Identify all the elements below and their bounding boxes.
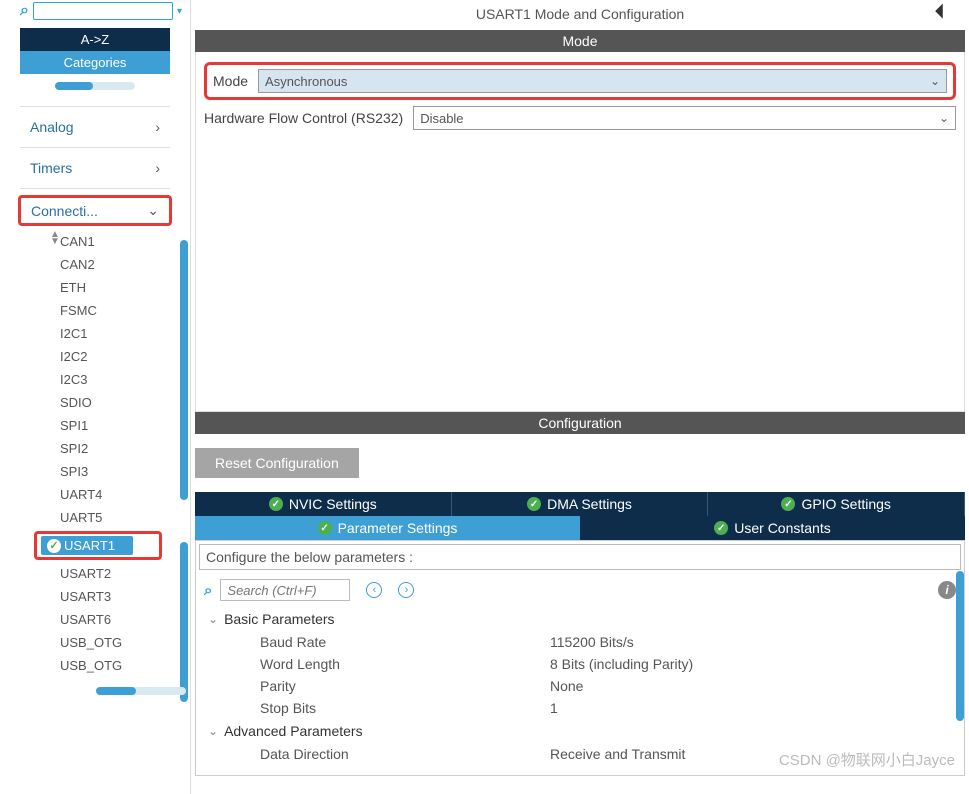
- parameter-toolbar: ⌕ ‹ › i: [196, 573, 964, 607]
- parameter-area: Configure the below parameters : ⌕ ‹ › i…: [195, 540, 965, 776]
- mode-value: Asynchronous: [265, 74, 347, 89]
- chevron-down-icon: ⌄: [930, 74, 940, 88]
- chevron-down-icon[interactable]: ▾: [177, 6, 182, 17]
- list-item[interactable]: SDIO: [56, 393, 190, 412]
- watermark: CSDN @物联网小白Jayce: [779, 749, 955, 770]
- param-row-parity[interactable]: ParityNone: [208, 675, 952, 697]
- tab-user-constants[interactable]: ✓User Constants: [580, 516, 965, 540]
- list-item-label: USART1: [64, 538, 115, 553]
- sidebar-group-label: Connecti...: [31, 203, 98, 219]
- parameter-hint: Configure the below parameters :: [199, 544, 961, 570]
- list-item[interactable]: UART4: [56, 485, 190, 504]
- search-icon[interactable]: ⌕: [20, 2, 29, 20]
- chevron-right-icon: ›: [155, 119, 160, 135]
- prev-match-button[interactable]: ‹: [366, 582, 382, 598]
- sidebar-group-label: Analog: [30, 119, 74, 135]
- mode-row: Mode Asynchronous ⌄: [204, 62, 956, 100]
- param-row-baud-rate[interactable]: Baud Rate115200 Bits/s: [208, 631, 952, 653]
- list-item[interactable]: SPI2: [56, 439, 190, 458]
- tab-nvic-settings[interactable]: ✓NVIC Settings: [195, 492, 452, 516]
- tab-parameter-settings[interactable]: ✓Parameter Settings: [195, 516, 580, 540]
- chevron-down-icon: ⌄: [147, 202, 159, 219]
- sidebar-group-analog[interactable]: Analog ›: [0, 113, 190, 141]
- group-basic-parameters[interactable]: ⌄Basic Parameters: [208, 607, 952, 631]
- sidebar-mini-scroll[interactable]: [55, 82, 135, 90]
- page-title: USART1 Mode and Configuration ◣: [191, 0, 969, 30]
- list-item[interactable]: I2C2: [56, 347, 190, 366]
- config-tabs-row1: ✓NVIC Settings ✓DMA Settings ✓GPIO Setti…: [195, 492, 965, 516]
- sort-icon[interactable]: ▲▼: [50, 231, 60, 245]
- list-item[interactable]: FSMC: [56, 301, 190, 320]
- main-panel: USART1 Mode and Configuration ◣ Mode Mod…: [190, 0, 969, 794]
- next-match-button[interactable]: ›: [398, 582, 414, 598]
- check-icon: ✓: [527, 497, 541, 511]
- flowcontrol-value: Disable: [420, 111, 463, 126]
- group-advanced-parameters[interactable]: ⌄Advanced Parameters: [208, 719, 952, 743]
- flowcontrol-row: Hardware Flow Control (RS232) Disable ⌄: [204, 106, 956, 130]
- list-item[interactable]: CAN1: [56, 232, 190, 251]
- peripheral-list: ▲▼ CAN1 CAN2 ETH FSMC I2C1 I2C2 I2C3 SDI…: [0, 232, 190, 695]
- flowcontrol-label: Hardware Flow Control (RS232): [204, 110, 409, 126]
- check-icon: ✓: [714, 521, 728, 535]
- chevron-right-icon: ›: [155, 160, 160, 176]
- tab-a-z[interactable]: A->Z: [20, 28, 170, 51]
- configuration-panel: Reset Configuration ✓NVIC Settings ✓DMA …: [195, 434, 965, 776]
- check-icon: ✓: [269, 497, 283, 511]
- list-item[interactable]: SPI3: [56, 462, 190, 481]
- list-item[interactable]: USART3: [56, 587, 190, 606]
- list-item-usart1[interactable]: ✓ USART1: [41, 536, 133, 555]
- mode-label: Mode: [213, 73, 254, 89]
- reset-configuration-button[interactable]: Reset Configuration: [195, 448, 359, 478]
- list-item[interactable]: I2C3: [56, 370, 190, 389]
- list-item[interactable]: USART2: [56, 564, 190, 583]
- chevron-down-icon: ⌄: [208, 724, 218, 738]
- list-item[interactable]: USB_OTG: [56, 656, 190, 675]
- parameter-search-input[interactable]: [220, 579, 350, 601]
- param-row-word-length[interactable]: Word Length8 Bits (including Parity): [208, 653, 952, 675]
- chevron-down-icon: ⌄: [208, 612, 218, 626]
- tab-dma-settings[interactable]: ✓DMA Settings: [452, 492, 709, 516]
- sidebar-search-input[interactable]: [33, 2, 173, 20]
- sidebar-group-label: Timers: [30, 160, 72, 176]
- sidebar-group-connectivity[interactable]: Connecti... ⌄: [18, 195, 172, 226]
- flowcontrol-select[interactable]: Disable ⌄: [413, 106, 956, 130]
- mode-select[interactable]: Asynchronous ⌄: [258, 69, 947, 93]
- sidebar-groups: Analog › Timers › Connecti... ⌄ ▲▼ CAN1 …: [0, 100, 190, 794]
- configuration-header: Configuration: [195, 412, 965, 434]
- list-item[interactable]: USB_OTG: [56, 633, 190, 652]
- list-item[interactable]: ETH: [56, 278, 190, 297]
- sidebar-group-timers[interactable]: Timers ›: [0, 154, 190, 182]
- chevron-down-icon: ⌄: [939, 111, 949, 125]
- highlight-box: ✓ USART1: [34, 531, 162, 560]
- check-icon: ✓: [781, 497, 795, 511]
- mode-panel: Mode Asynchronous ⌄ Hardware Flow Contro…: [195, 52, 965, 412]
- tab-gpio-settings[interactable]: ✓GPIO Settings: [708, 492, 965, 516]
- list-item[interactable]: CAN2: [56, 255, 190, 274]
- sidebar: ⌕ ▾ A->Z Categories Analog › Timers › Co…: [0, 0, 190, 794]
- mode-header: Mode: [195, 30, 965, 52]
- tab-categories[interactable]: Categories: [20, 51, 170, 74]
- info-icon[interactable]: i: [938, 581, 956, 599]
- list-item[interactable]: UART5: [56, 508, 190, 527]
- check-icon: ✓: [318, 521, 332, 535]
- list-mini-scroll[interactable]: [96, 687, 186, 695]
- expand-icon[interactable]: ◣: [934, 1, 954, 21]
- check-icon: ✓: [47, 539, 61, 553]
- param-row-stop-bits[interactable]: Stop Bits1: [208, 697, 952, 719]
- search-icon[interactable]: ⌕: [204, 582, 212, 599]
- list-item[interactable]: I2C1: [56, 324, 190, 343]
- list-item[interactable]: SPI1: [56, 416, 190, 435]
- config-tabs-row2: ✓Parameter Settings ✓User Constants: [195, 516, 965, 540]
- list-item[interactable]: USART6: [56, 610, 190, 629]
- parameter-scrollbar[interactable]: [956, 571, 964, 721]
